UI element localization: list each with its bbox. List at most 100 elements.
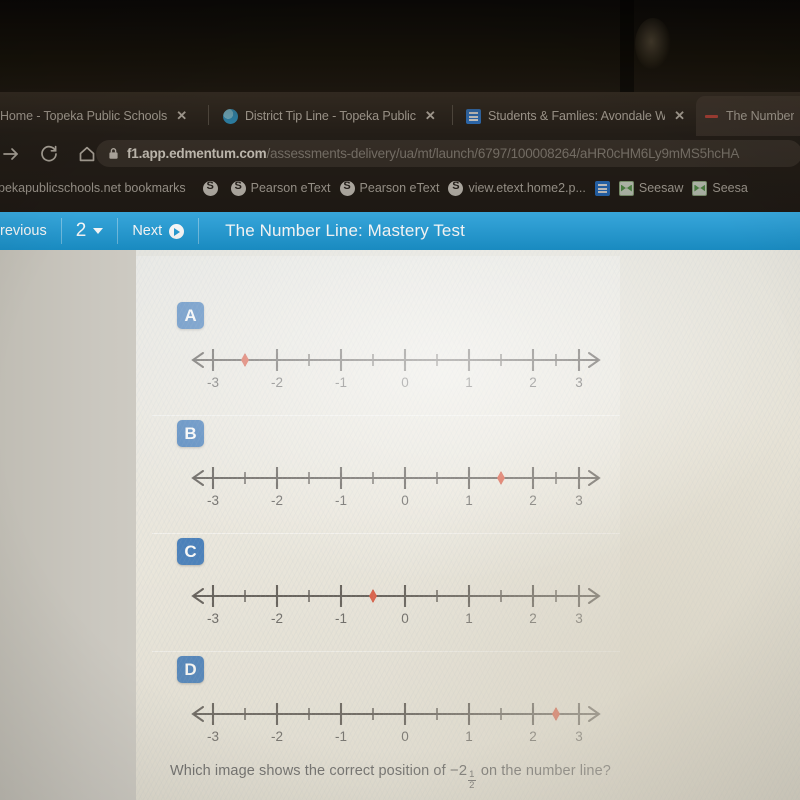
bookmarks-bar: pekapublicschools.net bookmarks Pearson … xyxy=(0,172,800,204)
question-value: −2 1 2 xyxy=(450,762,481,790)
question-number-dropdown[interactable]: 2 xyxy=(62,212,118,250)
previous-button[interactable]: revious xyxy=(0,212,61,250)
browser-tab-3[interactable]: The Number xyxy=(696,96,800,136)
browser-tab-2[interactable]: Students & Famlies: Avondale W ✕ xyxy=(458,96,693,136)
svg-text:1: 1 xyxy=(465,729,473,744)
number-line-svg: -3 -2 -1 0 1 2 3 xyxy=(191,703,601,744)
dash-icon xyxy=(704,109,719,124)
bookmark-item[interactable]: Pearson eText xyxy=(339,180,440,196)
previous-label: revious xyxy=(0,223,47,239)
bookmark-label: Pearson eText xyxy=(359,181,440,195)
svg-text:-3: -3 xyxy=(207,611,219,626)
tab-close-icon[interactable]: ✕ xyxy=(176,108,187,124)
svg-text:2: 2 xyxy=(529,611,537,626)
bookmark-label: pekapublicschools.net bookmarks xyxy=(0,181,186,195)
number-line-svg: -3 -2 -1 0 1 2 3 xyxy=(191,349,601,390)
pearson-icon xyxy=(339,180,355,196)
bookmark-item[interactable] xyxy=(594,180,610,196)
bookmark-item[interactable]: Seesaw xyxy=(618,180,684,196)
fraction-numerator: 1 xyxy=(468,769,476,781)
option-badge-b[interactable]: B xyxy=(177,420,204,447)
number-line-svg: -3 -2 -1 0 1 2 3 xyxy=(191,585,601,626)
next-button[interactable]: Next xyxy=(118,212,198,250)
address-bar[interactable]: f1.app.edmentum.com/assessments-delivery… xyxy=(96,140,800,167)
bookmark-item[interactable]: pekapublicschools.net bookmarks xyxy=(0,181,186,195)
bookmark-label: Seesa xyxy=(712,181,748,195)
url-text: f1.app.edmentum.com/assessments-delivery… xyxy=(127,146,739,161)
svg-text:0: 0 xyxy=(401,493,409,508)
number-line-d: -3 -2 -1 0 1 2 3 xyxy=(181,692,611,754)
seesaw-icon xyxy=(618,180,634,196)
assessment-toolbar: revious 2 Next The Number Line: Mastery … xyxy=(0,212,800,250)
bookmark-item[interactable]: view.etext.home2.p... xyxy=(448,180,586,196)
screenshot-root: Home - Topeka Public Schools ✕ District … xyxy=(0,0,800,800)
tab-separator xyxy=(208,105,209,125)
arrow-right-circle-icon xyxy=(169,223,185,239)
bezel-band xyxy=(620,0,634,98)
reload-icon[interactable] xyxy=(34,139,64,169)
svg-text:0: 0 xyxy=(401,729,409,744)
svg-text:-1: -1 xyxy=(335,729,347,744)
number-line-c: -3 -2 -1 0 1 2 3 xyxy=(181,574,611,636)
svg-text:-3: -3 xyxy=(207,729,219,744)
bookmark-label: Seesaw xyxy=(638,181,684,195)
svg-text:-2: -2 xyxy=(271,375,283,390)
question-content: A -3 -2 -1 0 1 2 3 B -3 -2 -1 0 1 2 3 C … xyxy=(136,250,800,800)
doc-icon xyxy=(466,108,481,124)
question-text-after: on the number line? xyxy=(480,763,611,779)
answer-option-d[interactable]: D -3 -2 -1 0 1 2 3 xyxy=(136,652,800,770)
lock-icon xyxy=(108,147,119,160)
option-badge-c[interactable]: C xyxy=(177,538,204,565)
svg-text:-2: -2 xyxy=(271,611,283,626)
number-line-a: -3 -2 -1 0 1 2 3 xyxy=(181,338,611,400)
bookmark-item[interactable] xyxy=(202,180,218,196)
svg-text:3: 3 xyxy=(575,375,583,390)
option-badge-d[interactable]: D xyxy=(177,656,204,683)
svg-text:-1: -1 xyxy=(335,375,347,390)
tab-title: Students & Famlies: Avondale W xyxy=(488,109,666,123)
position-marker xyxy=(241,353,249,367)
bookmark-item[interactable]: Pearson eText xyxy=(230,180,331,196)
tab-close-icon[interactable]: ✕ xyxy=(425,108,436,124)
bookmark-item[interactable]: Seesa xyxy=(692,180,748,196)
svg-text:3: 3 xyxy=(575,493,583,508)
url-path: /assessments-delivery/ua/mt/launch/6797/… xyxy=(266,146,740,161)
question-text-before: Which image shows the correct position o… xyxy=(170,763,446,779)
bezel-smudge xyxy=(635,18,671,70)
position-marker xyxy=(552,707,560,721)
browser-tab-1[interactable]: District Tip Line - Topeka Public ✕ xyxy=(215,96,447,136)
svg-text:2: 2 xyxy=(529,729,537,744)
svg-text:-2: -2 xyxy=(271,493,283,508)
answer-option-b[interactable]: B -3 -2 -1 0 1 2 3 xyxy=(136,416,800,534)
svg-text:-1: -1 xyxy=(335,611,347,626)
browser-tab-0[interactable]: Home - Topeka Public Schools ✕ xyxy=(0,96,204,136)
answer-option-a[interactable]: A -3 -2 -1 0 1 2 3 xyxy=(136,298,800,416)
url-toolbar: f1.app.edmentum.com/assessments-delivery… xyxy=(0,136,800,172)
pearson-icon xyxy=(448,180,464,196)
svg-text:-1: -1 xyxy=(335,493,347,508)
svg-text:-2: -2 xyxy=(271,729,283,744)
forward-arrow-icon[interactable] xyxy=(0,139,26,169)
tab-close-icon[interactable]: ✕ xyxy=(674,108,685,124)
question-prompt: Which image shows the correct position o… xyxy=(170,762,690,790)
pearson-icon xyxy=(230,180,246,196)
number-line-svg: -3 -2 -1 0 1 2 3 xyxy=(191,467,601,508)
answer-option-c[interactable]: C -3 -2 -1 0 1 2 3 xyxy=(136,534,800,652)
svg-text:2: 2 xyxy=(529,493,537,508)
option-badge-a[interactable]: A xyxy=(177,302,204,329)
doc-icon xyxy=(594,180,610,196)
svg-text:1: 1 xyxy=(465,493,473,508)
tab-title: Home - Topeka Public Schools xyxy=(0,109,168,123)
tab-title: District Tip Line - Topeka Public xyxy=(245,109,416,123)
tab-strip: Home - Topeka Public Schools ✕ District … xyxy=(0,92,800,136)
svg-text:3: 3 xyxy=(575,729,583,744)
tab-title: The Number xyxy=(726,109,795,123)
url-domain: f1.app.edmentum.com xyxy=(127,146,267,161)
browser-chrome: Home - Topeka Public Schools ✕ District … xyxy=(0,92,800,214)
position-marker xyxy=(369,589,377,603)
svg-text:1: 1 xyxy=(465,611,473,626)
number-line-b: -3 -2 -1 0 1 2 3 xyxy=(181,456,611,518)
page-title: The Number Line: Mastery Test xyxy=(225,221,465,240)
value-whole: 2 xyxy=(458,762,468,779)
svg-text:1: 1 xyxy=(465,375,473,390)
